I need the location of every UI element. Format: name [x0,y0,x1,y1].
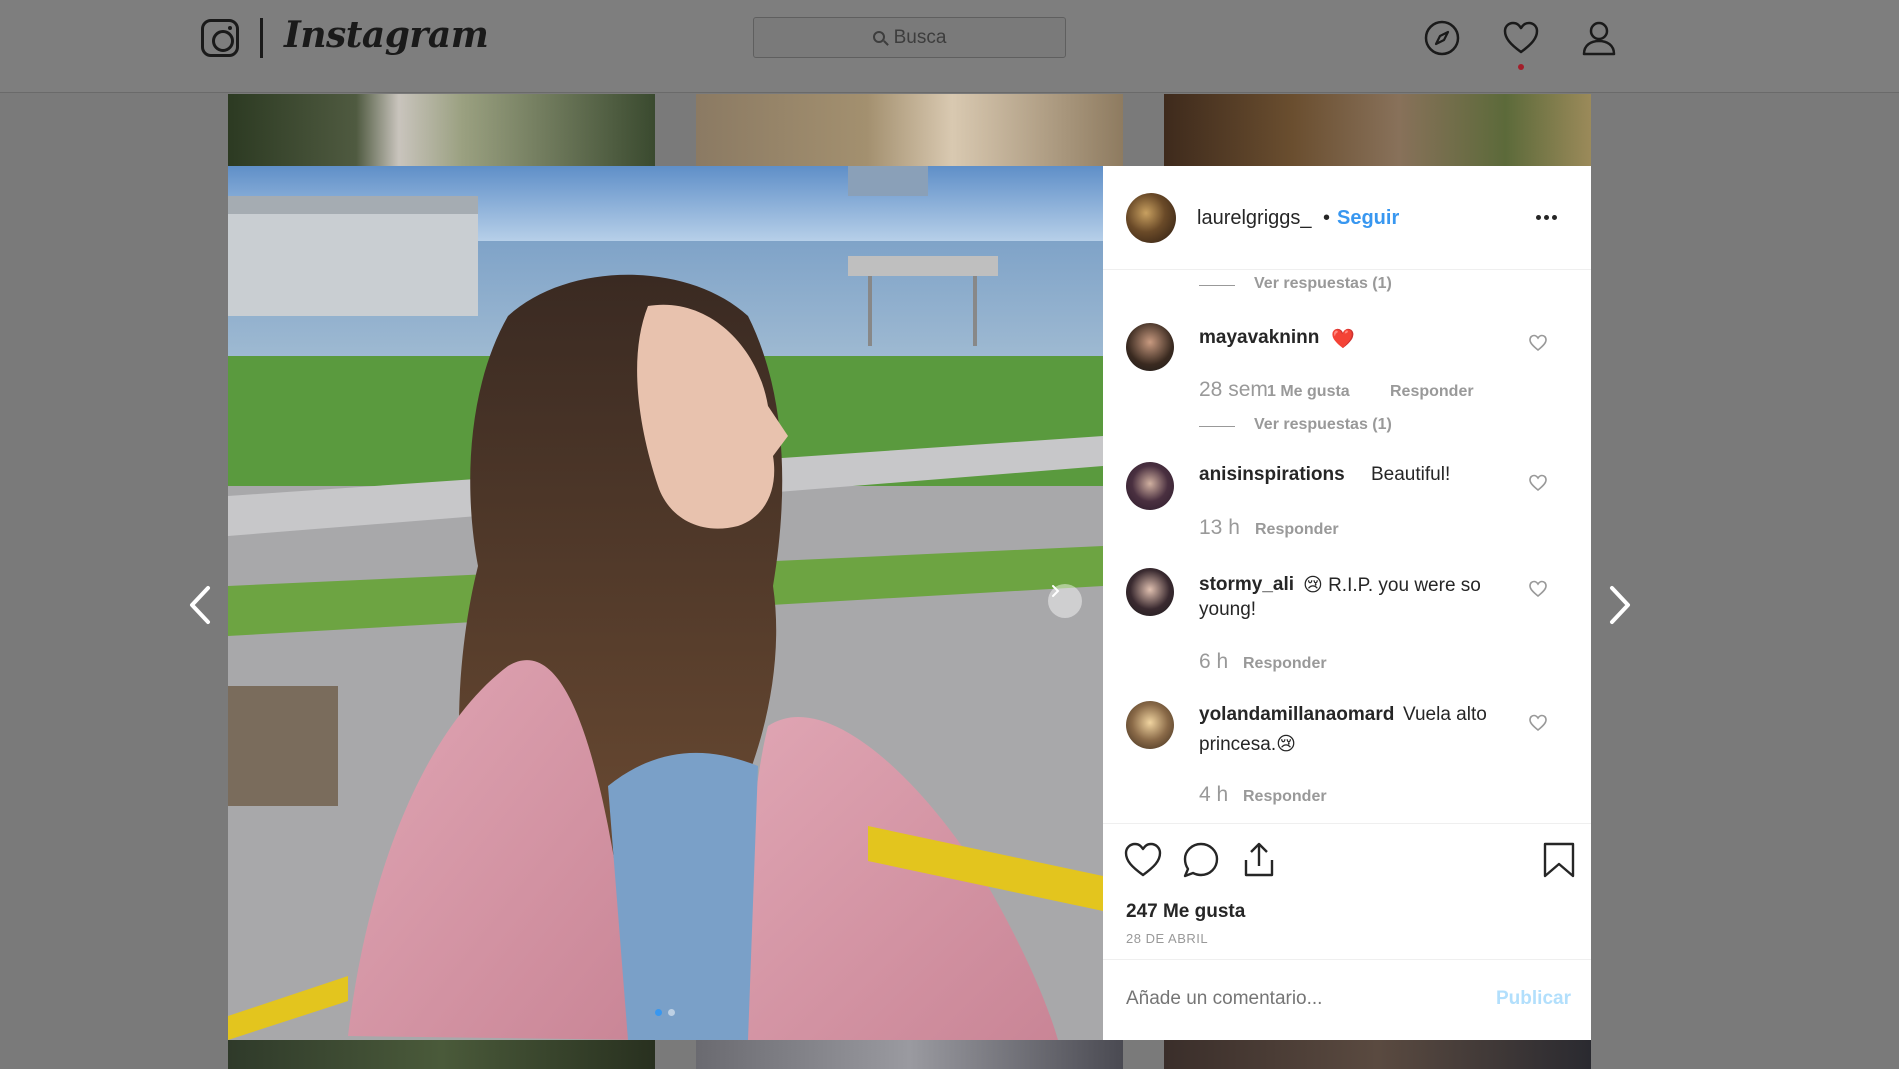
comment-text-line1: 😢 R.I.P. you were so [1303,575,1481,596]
view-replies-link[interactable]: Ver respuestas (1) [1254,416,1392,434]
like-comment-heart-icon[interactable] [1529,580,1547,598]
avatar[interactable] [1126,193,1176,243]
previous-post-arrow-icon[interactable] [180,580,220,630]
follow-button[interactable]: Seguir [1337,207,1399,230]
top-nav: Instagram Busca [0,0,1899,93]
comments-list: Ver respuestas (1) mayavakninn ❤️ 28 sem… [1103,271,1591,824]
like-comment-heart-icon[interactable] [1529,334,1547,352]
heart-icon[interactable] [1502,19,1540,57]
comment-time[interactable]: 13 h [1199,516,1240,540]
instagram-icon[interactable] [201,19,239,57]
compass-icon[interactable] [1423,19,1461,57]
post-sidebar: laurelgriggs_ • Seguir Ver respuestas (1… [1103,166,1591,1040]
publish-button[interactable]: Publicar [1496,988,1571,1010]
comment-likes[interactable]: 1 Me gusta [1267,383,1350,401]
comment-username[interactable]: yolandamillanaomard [1199,704,1394,726]
comment-text-line1: Vuela alto [1403,704,1487,725]
like-heart-icon[interactable] [1123,840,1163,880]
next-post-arrow-icon[interactable] [1600,580,1640,630]
reply-button[interactable]: Responder [1243,788,1327,806]
like-comment-heart-icon[interactable] [1529,714,1547,732]
carousel-next-button[interactable] [1048,584,1082,618]
comment-username[interactable]: mayavakninn [1199,327,1319,349]
avatar[interactable] [1126,701,1174,749]
comment-time[interactable]: 4 h [1199,783,1228,807]
instagram-wordmark[interactable]: Instagram [284,14,489,56]
like-count[interactable]: 247 Me gusta [1126,901,1245,923]
grid-thumbnail[interactable] [228,1040,655,1069]
comment-input[interactable] [1126,988,1486,1010]
avatar[interactable] [1126,323,1174,371]
notification-dot [1518,64,1524,70]
post-modal: laurelgriggs_ • Seguir Ver respuestas (1… [228,166,1591,1040]
post-photo[interactable] [228,166,1103,1040]
post-username[interactable]: laurelgriggs_ [1197,207,1312,230]
chevron-right-icon [1052,585,1060,597]
grid-thumbnail[interactable] [696,94,1123,166]
reply-button[interactable]: Responder [1390,383,1474,401]
avatar[interactable] [1126,462,1174,510]
bookmark-icon[interactable] [1539,840,1579,880]
logo-divider [260,18,263,58]
search-placeholder: Busca [893,26,947,48]
avatar[interactable] [1126,568,1174,616]
user-icon[interactable] [1580,19,1618,57]
carousel-indicator [655,1009,675,1016]
post-header: laurelgriggs_ • Seguir [1103,166,1591,270]
like-comment-heart-icon[interactable] [1529,474,1547,492]
post-photo-image [228,166,1103,1040]
add-comment-form: Publicar [1103,959,1591,1040]
comment-text: Beautiful! [1371,464,1451,485]
comment-time[interactable]: 6 h [1199,650,1228,674]
comment-text-line2: young! [1199,599,1257,620]
grid-thumbnail[interactable] [696,1040,1123,1069]
reply-button[interactable]: Responder [1243,655,1327,673]
comment-text: ❤️ [1331,329,1355,350]
divider-line [1199,285,1235,286]
grid-thumbnail[interactable] [228,94,655,166]
grid-thumbnail[interactable] [1164,94,1591,166]
comment-time[interactable]: 28 sem [1199,378,1268,402]
separator-dot: • [1323,207,1331,229]
comment-username[interactable]: anisinspirations [1199,464,1345,486]
grid-thumbnail[interactable] [1164,1040,1591,1069]
search-input[interactable]: Busca [753,17,1066,58]
comment-text-line2: princesa.😢 [1199,734,1296,755]
search-icon [872,30,885,43]
carousel-dot-active [655,1009,662,1016]
view-replies-link[interactable]: Ver respuestas (1) [1254,275,1392,293]
post-actions: 247 Me gusta 28 DE ABRIL [1103,823,1591,960]
comment-username[interactable]: stormy_ali [1199,574,1294,596]
share-icon[interactable] [1239,840,1279,880]
post-date[interactable]: 28 DE ABRIL [1126,931,1208,946]
divider-line [1199,426,1235,427]
comment-icon[interactable] [1181,840,1221,880]
reply-button[interactable]: Responder [1255,521,1339,539]
carousel-dot [668,1009,675,1016]
more-options-icon[interactable] [1531,212,1561,222]
